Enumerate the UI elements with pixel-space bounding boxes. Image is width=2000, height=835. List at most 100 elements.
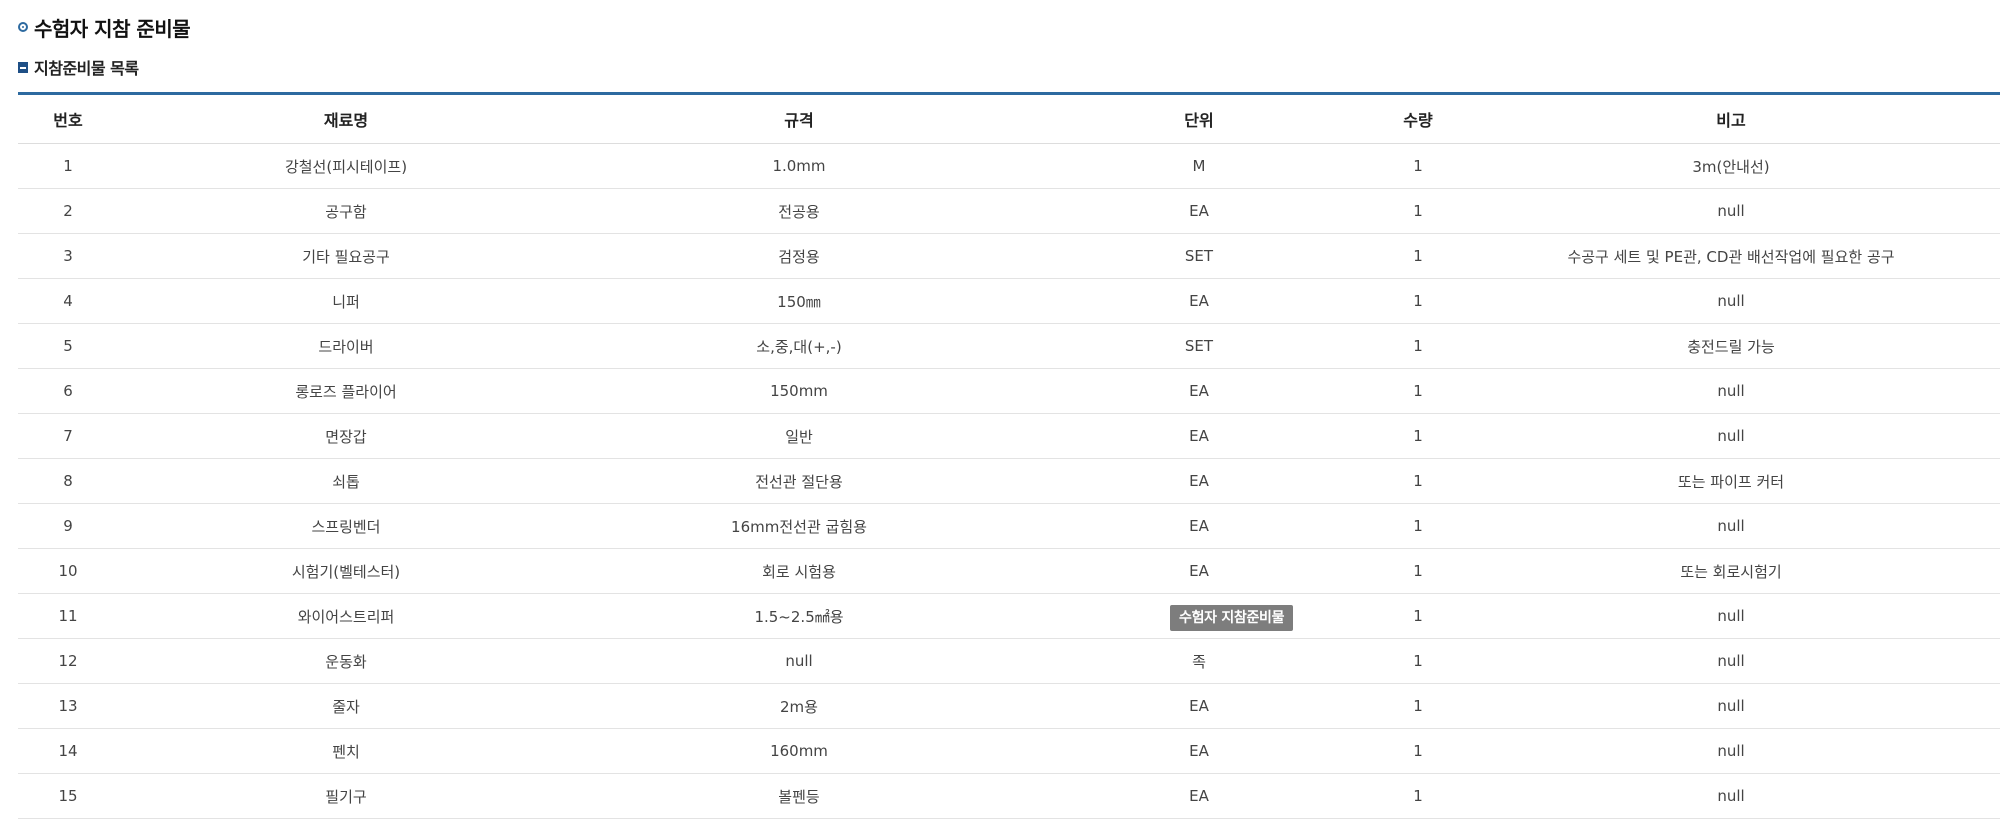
column-header-number: 번호 <box>18 93 118 144</box>
materials-table: 번호 재료명 규격 단위 수량 비고 1 강철선(피시테이프) 1.0mm M 1 3m(… <box>18 92 2000 819</box>
cell-name: 강철선(피시테이프) <box>118 143 574 189</box>
cell-unit: SET <box>1024 233 1374 279</box>
cell-note: null <box>1462 413 2000 459</box>
square-bullet-icon <box>18 61 28 73</box>
cell-spec: 160mm <box>574 728 1024 774</box>
cell-spec: 소,중,대(+,-) <box>574 323 1024 369</box>
cell-quantity: 1 <box>1374 773 1462 819</box>
cell-number: 9 <box>18 503 118 549</box>
tooltip: 수험자 지참준비물 <box>1170 605 1294 631</box>
cell-note: null <box>1462 278 2000 324</box>
cell-quantity: 1 <box>1374 323 1462 369</box>
cell-spec: 전공용 <box>574 188 1024 234</box>
table-row: 13 줄자 2m용 EA 1 null <box>18 683 2000 729</box>
section-header: 수험자 지참 준비물 <box>18 12 191 42</box>
cell-quantity: 1 <box>1374 683 1462 729</box>
table-row: 12 운동화 null 족 1 null <box>18 638 2000 684</box>
cell-number: 3 <box>18 233 118 279</box>
table-row: 4 니퍼 150㎜ EA 1 null <box>18 278 2000 324</box>
cell-name: 와이어스트리퍼 <box>118 593 574 639</box>
table-body: 1 강철선(피시테이프) 1.0mm M 1 3m(안내선) 2 공구함 전공용 EA 1 null 3… <box>18 143 2000 819</box>
cell-unit: EA <box>1024 188 1374 234</box>
column-header-spec: 규격 <box>574 93 1024 144</box>
cell-unit: EA <box>1024 683 1374 729</box>
column-header-quantity: 수량 <box>1374 93 1462 144</box>
table-row: 6 롱로즈 플라이어 150mm EA 1 null <box>18 368 2000 414</box>
cell-number: 4 <box>18 278 118 324</box>
cell-unit: EA <box>1024 503 1374 549</box>
table-row: 15 필기구 볼펜등 EA 1 null <box>18 773 2000 819</box>
cell-unit: EA <box>1024 728 1374 774</box>
header-row: 번호 재료명 규격 단위 수량 비고 <box>18 93 2000 144</box>
cell-name: 시험기(벨테스터) <box>118 548 574 594</box>
page: 수험자 지참 준비물 지참준비물 목록 번호 재료명 규격 단위 수량 비고 1… <box>0 0 2000 835</box>
cell-quantity: 1 <box>1374 413 1462 459</box>
cell-name: 쇠톱 <box>118 458 574 504</box>
cell-quantity: 1 <box>1374 638 1462 684</box>
cell-name: 면장갑 <box>118 413 574 459</box>
cell-unit: EA <box>1024 413 1374 459</box>
table-row: 3 기타 필요공구 검정용 SET 1 수공구 세트 및 PE관, CD관 배선작업에 필… <box>18 233 2000 279</box>
cell-unit: 족 <box>1024 638 1374 684</box>
cell-note: null <box>1462 773 2000 819</box>
cell-spec: 1.0mm <box>574 143 1024 189</box>
cell-number: 12 <box>18 638 118 684</box>
table-row: 10 시험기(벨테스터) 회로 시험용 EA 1 또는 회로시험기 <box>18 548 2000 594</box>
cell-name: 니퍼 <box>118 278 574 324</box>
cell-unit: EA <box>1024 773 1374 819</box>
column-header-unit: 단위 <box>1024 93 1374 144</box>
cell-quantity: 1 <box>1374 503 1462 549</box>
cell-name: 롱로즈 플라이어 <box>118 368 574 414</box>
cell-number: 14 <box>18 728 118 774</box>
cell-unit: M <box>1024 143 1374 189</box>
cell-spec: 150mm <box>574 368 1024 414</box>
cell-note: null <box>1462 593 2000 639</box>
cell-note: null <box>1462 728 2000 774</box>
cell-spec: 볼펜등 <box>574 773 1024 819</box>
table-header: 번호 재료명 규격 단위 수량 비고 <box>18 93 2000 144</box>
cell-number: 1 <box>18 143 118 189</box>
cell-quantity: 1 <box>1374 548 1462 594</box>
cell-quantity: 1 <box>1374 278 1462 324</box>
cell-number: 2 <box>18 188 118 234</box>
list-title: 지참준비물 목록 <box>34 59 139 78</box>
cell-quantity: 1 <box>1374 233 1462 279</box>
cell-note: 수공구 세트 및 PE관, CD관 배선작업에 필요한 공구 <box>1462 233 2000 279</box>
cell-name: 스프링벤더 <box>118 503 574 549</box>
cell-unit: EA <box>1024 368 1374 414</box>
cell-spec: 회로 시험용 <box>574 548 1024 594</box>
cell-quantity: 1 <box>1374 458 1462 504</box>
cell-unit: EA <box>1024 458 1374 504</box>
cell-note: 또는 파이프 커터 <box>1462 458 2000 504</box>
cell-name: 운동화 <box>118 638 574 684</box>
cell-note: 3m(안내선) <box>1462 143 2000 189</box>
cell-note: null <box>1462 503 2000 549</box>
table-row: 5 드라이버 소,중,대(+,-) SET 1 충전드릴 가능 <box>18 323 2000 369</box>
cell-name: 줄자 <box>118 683 574 729</box>
cell-unit: EA <box>1024 278 1374 324</box>
cell-number: 5 <box>18 323 118 369</box>
cell-spec: null <box>574 638 1024 684</box>
cell-name: 기타 필요공구 <box>118 233 574 279</box>
column-header-name: 재료명 <box>118 93 574 144</box>
cell-quantity: 1 <box>1374 368 1462 414</box>
cell-spec: 전선관 절단용 <box>574 458 1024 504</box>
table-row: 9 스프링벤더 16mm전선관 굽힘용 EA 1 null <box>18 503 2000 549</box>
table-row: 8 쇠톱 전선관 절단용 EA 1 또는 파이프 커터 <box>18 458 2000 504</box>
cell-number: 15 <box>18 773 118 819</box>
cell-spec: 16mm전선관 굽힘용 <box>574 503 1024 549</box>
cell-name: 드라이버 <box>118 323 574 369</box>
cell-spec: 1.5~2.5㎟용 <box>574 593 1024 639</box>
cell-number: 6 <box>18 368 118 414</box>
cell-number: 7 <box>18 413 118 459</box>
cell-note: null <box>1462 638 2000 684</box>
cell-note: null <box>1462 188 2000 234</box>
cell-number: 11 <box>18 593 118 639</box>
table-row: 11와이어스트리퍼1.5~2.5㎟용EA1null <box>18 593 2000 639</box>
cell-spec: 150㎜ <box>574 278 1024 324</box>
cell-spec: 검정용 <box>574 233 1024 279</box>
cell-note: 충전드릴 가능 <box>1462 323 2000 369</box>
cell-unit: SET <box>1024 323 1374 369</box>
cell-quantity: 1 <box>1374 188 1462 234</box>
cell-note: 또는 회로시험기 <box>1462 548 2000 594</box>
